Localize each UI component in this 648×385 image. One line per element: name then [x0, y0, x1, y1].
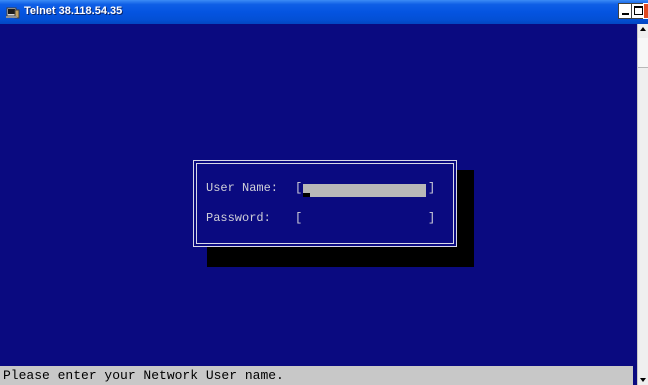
password-input[interactable] — [303, 213, 426, 226]
telnet-window: Telnet 38.118.54.35 User Name: [ ] Passw… — [0, 0, 648, 385]
username-bracket-open: [ — [295, 181, 303, 195]
password-bracket-open: [ — [295, 211, 303, 225]
username-input[interactable] — [303, 184, 426, 197]
scroll-down-arrow-icon[interactable] — [638, 373, 648, 385]
status-message: Please enter your Network User name. — [0, 366, 633, 385]
close-button[interactable] — [643, 3, 648, 19]
vertical-scrollbar[interactable] — [637, 24, 648, 385]
username-label: User Name: — [206, 181, 279, 195]
login-dialog: User Name: [ ] Password: [ ] — [193, 160, 457, 247]
scroll-up-arrow-icon[interactable] — [638, 24, 648, 36]
password-label: Password: — [206, 211, 271, 225]
password-bracket-close: ] — [428, 211, 436, 225]
login-dialog-border — [196, 163, 454, 244]
title-bar[interactable]: Telnet 38.118.54.35 — [0, 0, 648, 24]
telnet-terminal-icon — [6, 7, 20, 19]
username-bracket-close: ] — [428, 181, 436, 195]
text-cursor — [303, 193, 310, 197]
window-title: Telnet 38.118.54.35 — [24, 5, 123, 17]
scroll-thumb[interactable] — [638, 38, 648, 68]
